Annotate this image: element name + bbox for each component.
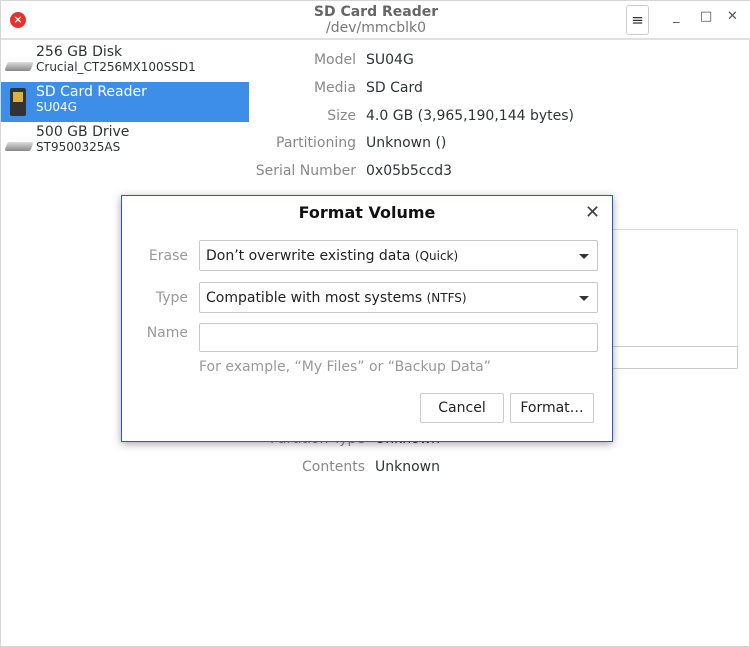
type-label: Type bbox=[155, 290, 188, 306]
prop-value: 4.0 GB (3,965,190,144 bytes) bbox=[366, 108, 574, 124]
name-label: Name bbox=[146, 325, 188, 341]
prop-value: SD Card bbox=[366, 80, 423, 96]
drive-icon bbox=[4, 142, 34, 151]
erase-note: (Quick) bbox=[414, 249, 459, 263]
sd-card-icon bbox=[10, 88, 26, 116]
prop-label: Model bbox=[313, 52, 356, 68]
erase-dropdown[interactable]: Don’t overwrite existing data (Quick) bbox=[199, 240, 598, 271]
type-note: (NTFS) bbox=[426, 291, 467, 305]
prop-value: 0x05b5ccd3 bbox=[366, 163, 452, 179]
chevron-down-icon bbox=[579, 254, 589, 259]
prop-value: Unknown bbox=[375, 459, 440, 475]
dialog-title: Format Volume bbox=[298, 203, 436, 222]
close-button[interactable]: ✕ bbox=[727, 9, 738, 24]
prop-label: Serial Number bbox=[255, 163, 356, 179]
maximize-button[interactable]: □ bbox=[700, 9, 712, 24]
menu-button[interactable]: ≡ bbox=[626, 5, 649, 35]
drive-icon bbox=[4, 62, 34, 71]
erase-label: Erase bbox=[148, 248, 188, 264]
prop-value: SU04G bbox=[366, 52, 414, 68]
volume-bar bbox=[611, 346, 738, 369]
prop-label: Media bbox=[313, 80, 356, 96]
erase-value: Don’t overwrite existing data bbox=[206, 248, 411, 264]
type-dropdown[interactable]: Compatible with most systems (NTFS) bbox=[199, 282, 598, 313]
name-hint: For example, “My Files” or “Backup Data” bbox=[199, 359, 492, 375]
chevron-down-icon bbox=[579, 296, 589, 301]
dialog-close-icon[interactable]: ✕ bbox=[585, 202, 600, 223]
minimize-button[interactable]: _ bbox=[673, 9, 680, 24]
name-input[interactable] bbox=[199, 323, 598, 352]
format-volume-dialog: Format Volume ✕ Erase Don’t overwrite ex… bbox=[121, 195, 613, 442]
cancel-button[interactable]: Cancel bbox=[420, 393, 504, 423]
type-value: Compatible with most systems bbox=[206, 290, 423, 306]
prop-label: Partitioning bbox=[276, 135, 356, 151]
prop-label: Size bbox=[327, 108, 356, 124]
prop-value: Unknown () bbox=[366, 135, 447, 151]
prop-label: Contents bbox=[302, 459, 365, 475]
header-bar: × SD Card Reader /dev/mmcblk0 ≡ _ □ ✕ bbox=[1, 1, 750, 40]
format-button[interactable]: Format… bbox=[510, 393, 594, 423]
